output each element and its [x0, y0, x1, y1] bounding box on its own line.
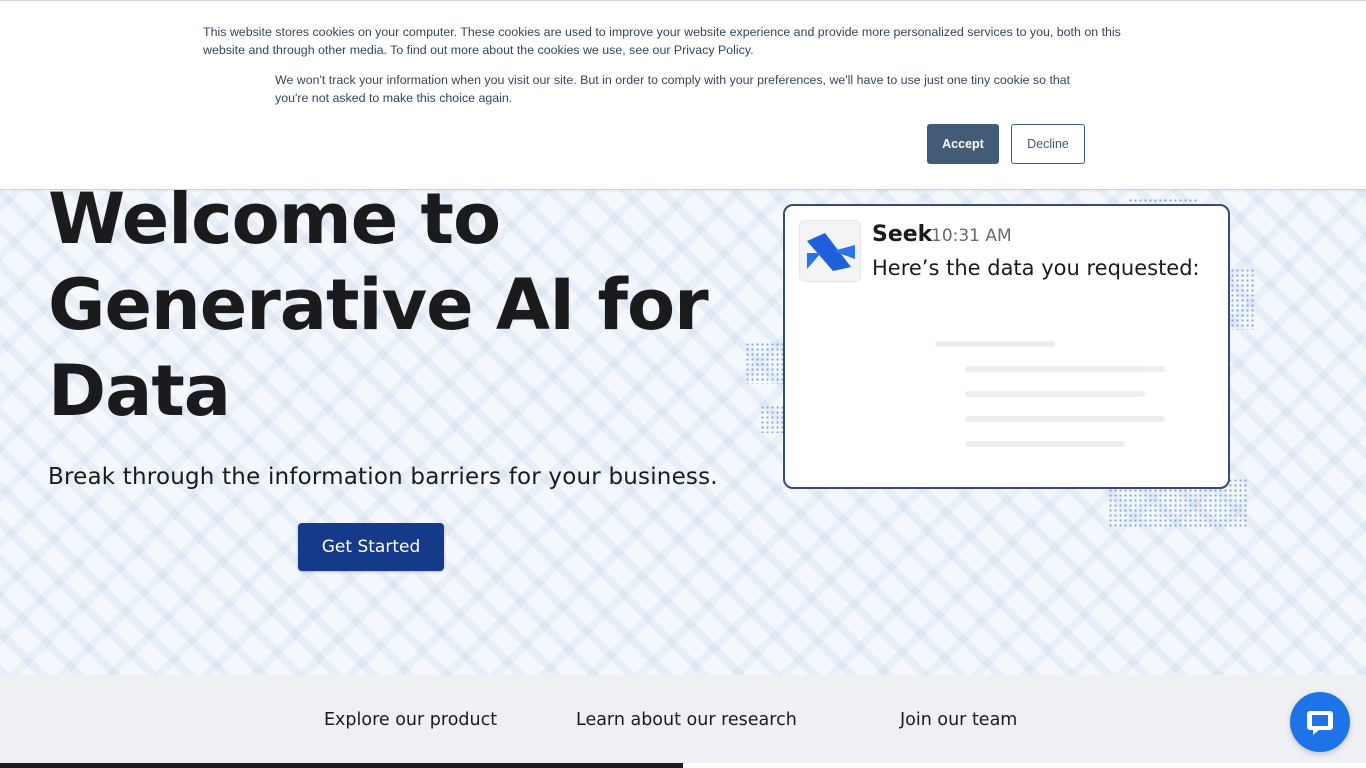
chat-bubble-icon[interactable]: [1290, 692, 1350, 752]
decorative-dots: [760, 405, 784, 433]
hero-subtitle: Break through the information barriers f…: [48, 464, 718, 490]
explore-product-link[interactable]: Explore our product: [324, 710, 497, 730]
join-team-link[interactable]: Join our team: [900, 710, 1017, 730]
get-started-button[interactable]: Get Started: [298, 523, 444, 571]
chat-message: Here’s the data you requested:: [872, 256, 1200, 280]
decline-cookies-button[interactable]: Decline: [1011, 124, 1085, 164]
chat-preview-card: Seek 10:31 AM Here’s the data you reques…: [783, 204, 1230, 489]
cookie-policy-text: This website stores cookies on your comp…: [203, 25, 1121, 57]
accept-cookies-button[interactable]: Accept: [927, 124, 999, 164]
bottom-nav: Explore our product Learn about our rese…: [0, 675, 1366, 763]
decorative-dots: [1230, 268, 1256, 330]
hero-title: Welcome to Generative AI for Data: [48, 178, 709, 432]
research-link[interactable]: Learn about our research: [576, 710, 797, 730]
seek-logo-icon: [799, 220, 861, 282]
decorative-dots: [745, 342, 785, 384]
cookie-banner: This website stores cookies on your comp…: [0, 0, 1366, 190]
chat-timestamp: 10:31 AM: [931, 226, 1012, 246]
faded-data-table: [935, 341, 1175, 461]
cookie-decline-note: We won't track your information when you…: [275, 73, 1071, 105]
chat-sender: Seek: [872, 222, 933, 247]
footer-edge: [0, 763, 683, 768]
